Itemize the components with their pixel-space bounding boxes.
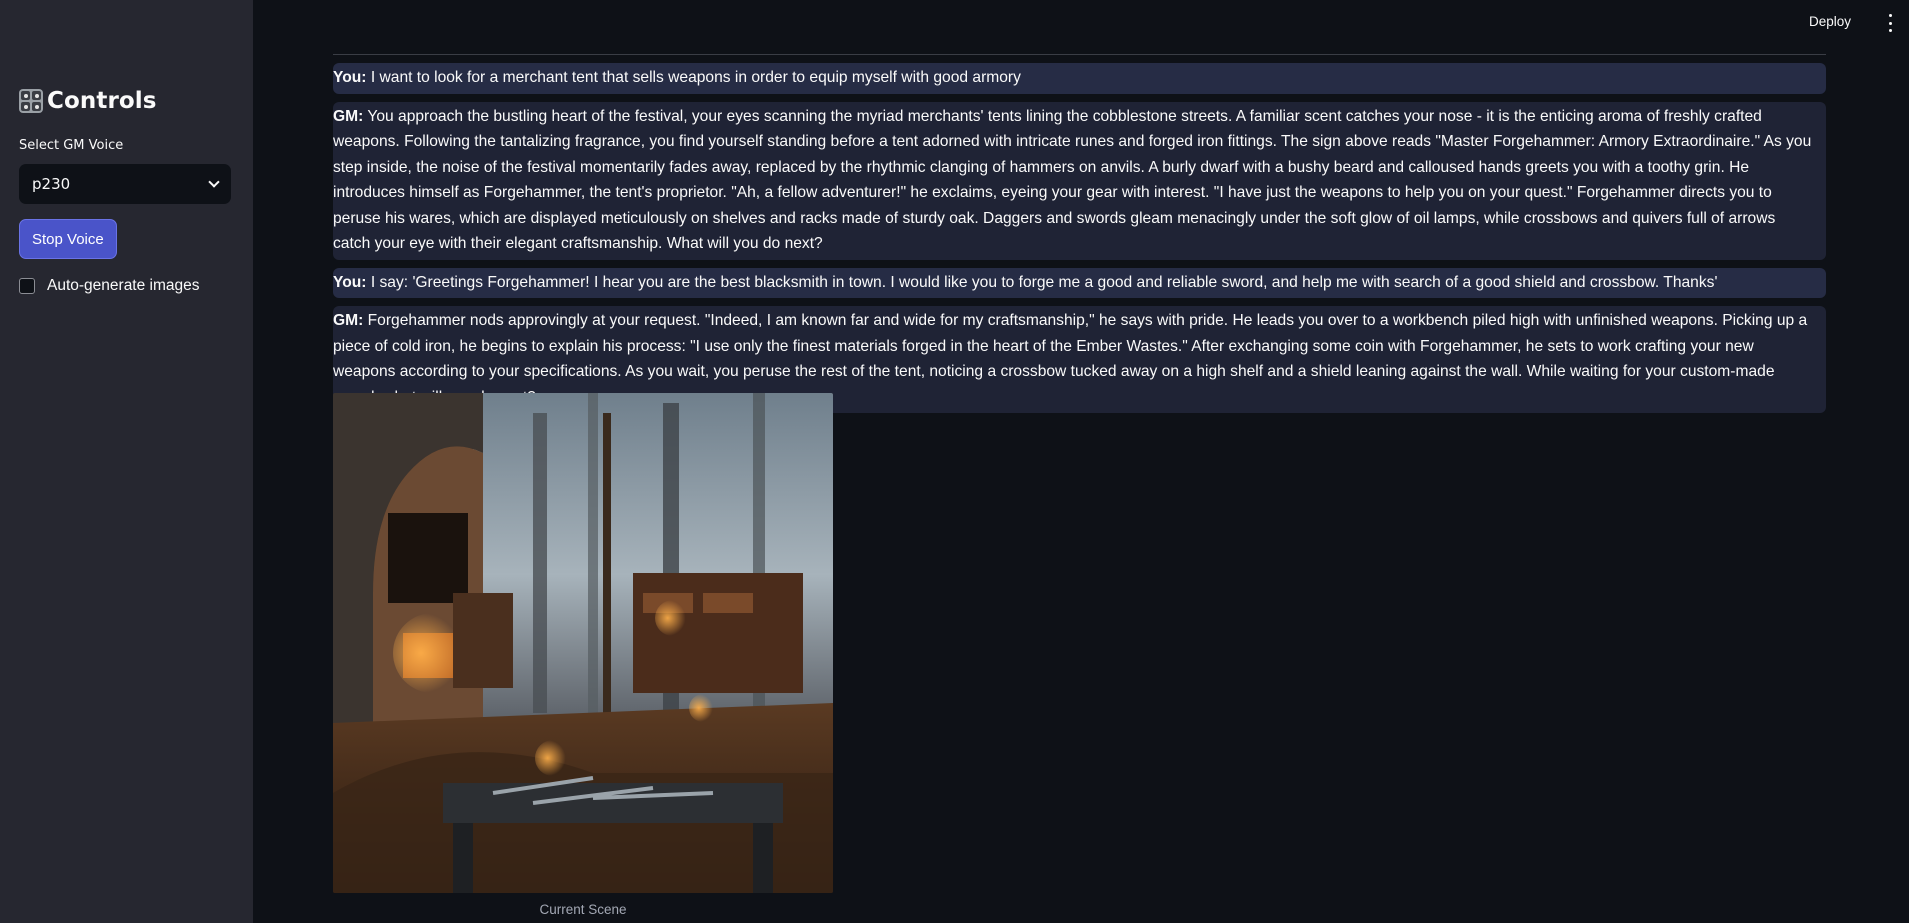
voice-select[interactable]: p230 (19, 164, 231, 204)
message-text: I say: 'Greetings Forgehammer! I hear yo… (370, 273, 1718, 291)
chevron-down-icon (208, 176, 220, 188)
sidebar: Controls Select GM Voice p230 Stop Voice… (0, 0, 253, 923)
chat-message-user: You: I say: 'Greetings Forgehammer! I he… (333, 267, 1826, 298)
voice-select-label: Select GM Voice (19, 138, 124, 153)
chat-message-gm: GM: You approach the bustling heart of t… (333, 101, 1826, 260)
stop-voice-button[interactable]: Stop Voice (19, 219, 117, 259)
speaker-label: You: (333, 273, 367, 291)
sidebar-header: Controls (19, 88, 157, 114)
chat-log: You: I want to look for a merchant tent … (333, 63, 1826, 421)
auto-generate-images-label: Auto-generate images (47, 277, 200, 294)
message-text: Forgehammer nods approvingly at your req… (333, 312, 1808, 406)
speaker-label: GM: (333, 107, 364, 125)
speaker-label: GM: (333, 312, 364, 329)
deploy-button[interactable]: Deploy (1809, 14, 1851, 29)
scene-image (333, 393, 833, 893)
forge-scene-illustration (333, 393, 833, 893)
main-menu-icon[interactable] (1888, 14, 1892, 32)
top-toolbar: Deploy (253, 0, 1909, 46)
speaker-label: You: (333, 69, 367, 86)
message-text: I want to look for a merchant tent that … (370, 69, 1021, 86)
sidebar-title: Controls (47, 88, 157, 114)
header-divider (333, 54, 1826, 55)
auto-generate-images-checkbox[interactable] (19, 278, 35, 294)
control-knobs-icon (19, 89, 43, 113)
message-text: You approach the bustling heart of the f… (333, 107, 1812, 253)
voice-select-value: p230 (32, 175, 71, 193)
auto-generate-images-option[interactable]: Auto-generate images (19, 277, 200, 295)
chat-message-user: You: I want to look for a merchant tent … (333, 63, 1826, 94)
scene-caption: Current Scene (539, 902, 627, 917)
